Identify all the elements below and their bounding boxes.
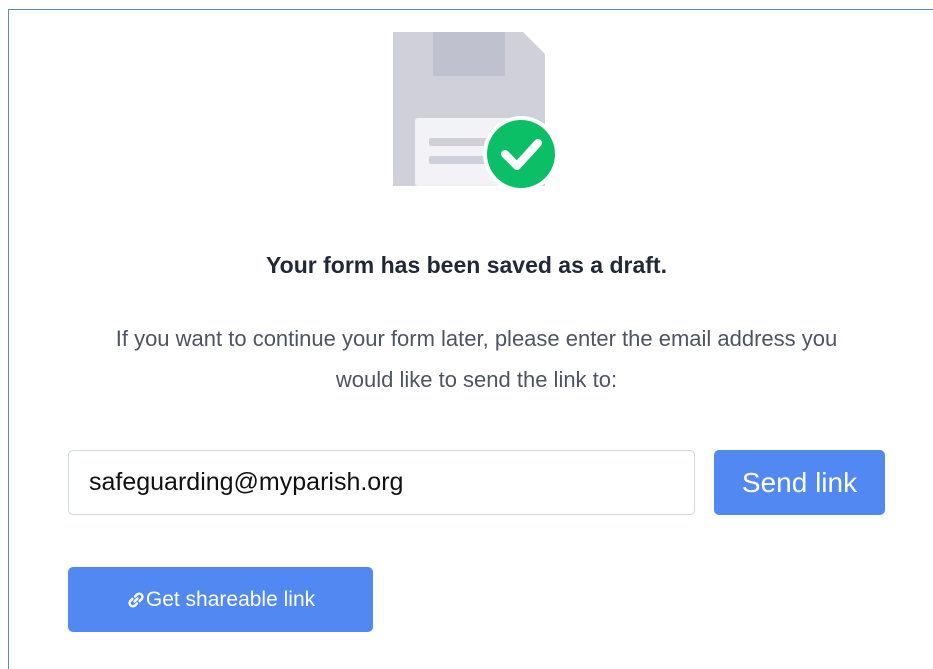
send-link-button[interactable]: Send link bbox=[714, 450, 885, 515]
page-title: Your form has been saved as a draft. bbox=[266, 252, 667, 278]
get-shareable-link-button[interactable]: Get shareable link bbox=[68, 567, 373, 632]
floppy-disk-icon bbox=[393, 32, 561, 194]
check-circle-icon bbox=[483, 116, 559, 192]
email-field[interactable] bbox=[68, 450, 695, 515]
link-icon bbox=[126, 590, 146, 610]
instruction-text: If you want to continue your form later,… bbox=[115, 326, 838, 392]
share-button-label: Get shareable link bbox=[145, 587, 316, 611]
